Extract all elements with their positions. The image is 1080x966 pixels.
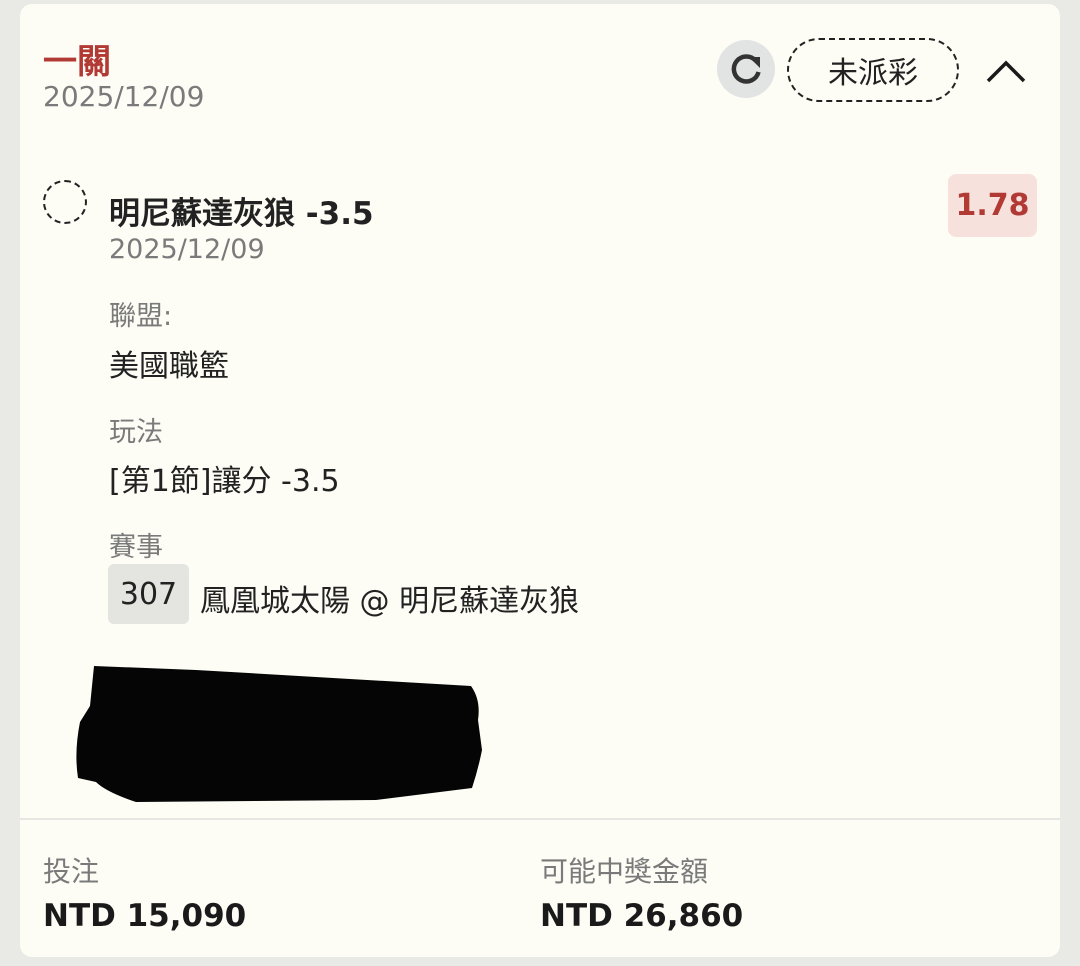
divider (20, 818, 1060, 820)
event-id-badge: 307 (108, 564, 189, 624)
league-value: 美國職籃 (109, 349, 229, 384)
selection-radio[interactable] (43, 180, 87, 224)
selection-date: 2025/12/09 (109, 234, 265, 265)
collapse-button[interactable] (978, 46, 1034, 96)
bet-type-title: 一關 (43, 42, 111, 82)
refresh-icon (731, 54, 761, 84)
stake-label: 投注 (43, 855, 100, 888)
odds-badge: 1.78 (948, 174, 1037, 237)
chevron-up-icon (986, 60, 1026, 83)
payout-label: 可能中獎金額 (540, 855, 709, 888)
selection-name: 明尼蘇達灰狼 -3.5 (109, 196, 374, 232)
refresh-button[interactable] (717, 40, 775, 98)
event-name: 鳳凰城太陽 @ 明尼蘇達灰狼 (200, 584, 580, 619)
payout-value: NTD 26,860 (540, 898, 744, 934)
market-label: 玩法 (109, 417, 163, 448)
bet-slip-card: 一關 2025/12/09 未派彩 明尼蘇達灰狼 -3.5 2025/12/09… (20, 4, 1060, 957)
league-label: 聯盟: (109, 301, 173, 332)
bet-date: 2025/12/09 (43, 80, 205, 113)
status-badge: 未派彩 (787, 38, 959, 102)
redaction-mark (76, 666, 483, 802)
event-label: 賽事 (109, 532, 163, 563)
stake-value: NTD 15,090 (43, 898, 247, 934)
market-value: [第1節]讓分 -3.5 (109, 464, 340, 499)
